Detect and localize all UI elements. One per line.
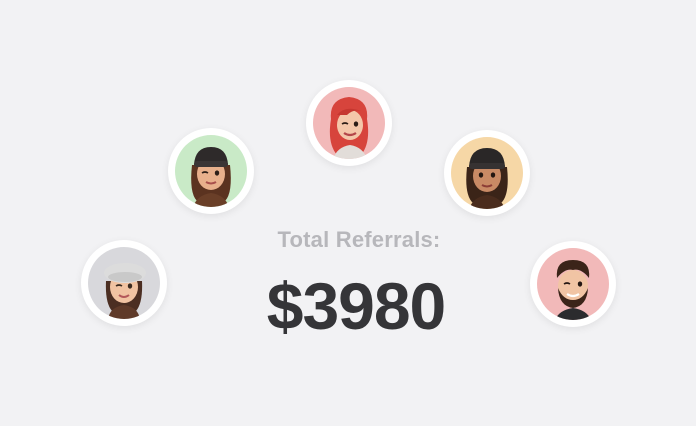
- avatar: [168, 128, 254, 214]
- avatar: [444, 130, 530, 216]
- memoji-woman-red-hair-icon: [313, 87, 385, 159]
- memoji-woman-beanie-icon: [451, 137, 523, 209]
- memoji-woman-beanie-wink-icon: [175, 135, 247, 207]
- total-referrals-label: Total Referrals:: [277, 227, 441, 252]
- avatar: [306, 80, 392, 166]
- referrals-card: Total Referrals: $3980: [0, 0, 696, 426]
- total-referrals-amount: $3980: [266, 269, 447, 343]
